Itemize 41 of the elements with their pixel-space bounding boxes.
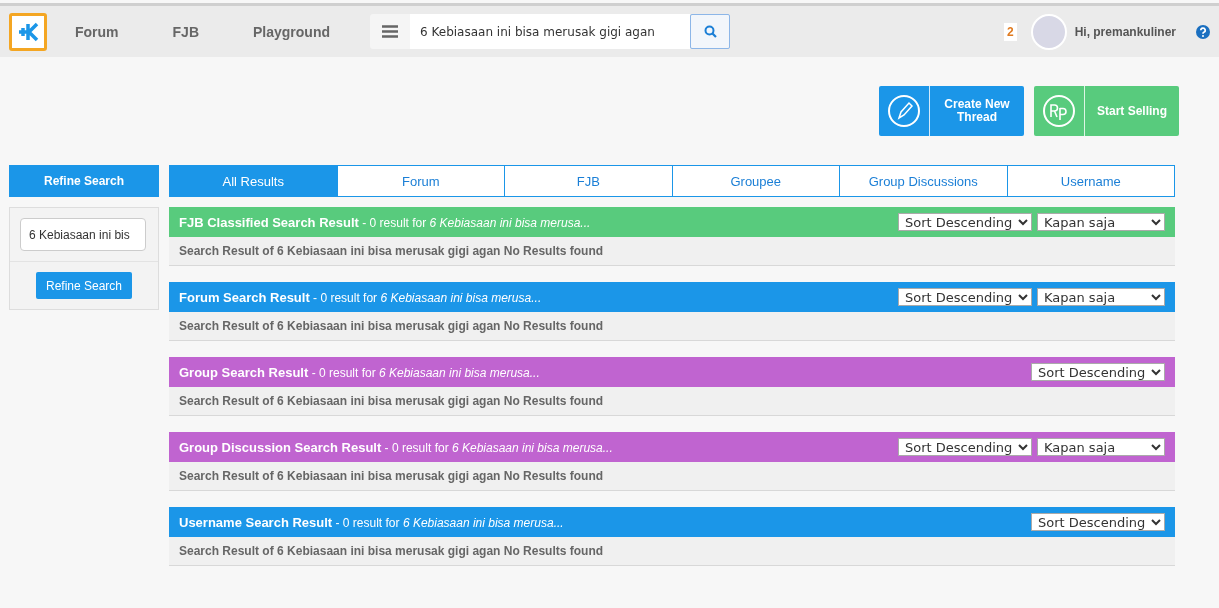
- nav-link[interactable]: FJB: [172, 23, 199, 40]
- nav-link[interactable]: Playground: [253, 23, 331, 40]
- nav-link[interactable]: Forum: [75, 23, 119, 40]
- search-button[interactable]: [690, 14, 731, 49]
- tab[interactable]: Groupee: [671, 166, 839, 196]
- no-results-message: Search Result of 6 Kebiasaan ini bisa merusak gigi agan No Results found: [179, 244, 604, 258]
- dropdown[interactable]: Sort Descending: [898, 288, 1032, 306]
- tab[interactable]: Username: [1006, 166, 1174, 196]
- sidebar-heading: Refine Search: [9, 165, 159, 197]
- section-title: FJB Classified Search Result - 0 result for 6 Kebiasaan ini bisa merusa...: [179, 214, 592, 230]
- dropdown[interactable]: Sort Descending: [1031, 363, 1165, 381]
- dropdown[interactable]: Sort Descending: [1031, 513, 1165, 531]
- no-results-message: Search Result of 6 Kebiasaan ini bisa merusak gigi agan No Results found: [179, 469, 604, 483]
- notification-count[interactable]: 2: [1003, 22, 1017, 41]
- search-field[interactable]: 6 Kebiasaan ini bis: [20, 218, 146, 251]
- tab[interactable]: FJB: [504, 166, 672, 196]
- create-thread-button[interactable]: Create New Thread: [879, 86, 1024, 136]
- search-icon: [703, 25, 717, 38]
- tab[interactable]: All Results: [170, 166, 337, 196]
- section-title: Username Search Result - 0 result for 6 Kebiasaan ini bisa merusa...: [179, 514, 565, 530]
- no-results-message: Search Result of 6 Kebiasaan ini bisa merusak gigi agan No Results found: [179, 544, 604, 558]
- dropdown[interactable]: Sort Descending: [898, 438, 1032, 456]
- pencil-icon: [887, 94, 921, 128]
- refine-search-button[interactable]: Refine Search: [36, 272, 132, 299]
- dropdown[interactable]: Kapan saja: [1037, 438, 1165, 456]
- help-icon[interactable]: [1196, 24, 1210, 39]
- username-label[interactable]: Hi, premankuliner: [1074, 24, 1176, 39]
- rupiah-icon: [1042, 94, 1076, 128]
- dropdown[interactable]: Kapan saja: [1037, 213, 1165, 231]
- tab[interactable]: Forum: [336, 166, 504, 196]
- logo-icon[interactable]: [9, 12, 47, 51]
- menu-icon[interactable]: [370, 14, 411, 49]
- section-title: Group Search Result - 0 result for 6 Kebiasaan ini bisa merusa...: [179, 364, 541, 380]
- no-results-message: Search Result of 6 Kebiasaan ini bisa merusak gigi agan No Results found: [179, 394, 604, 408]
- dropdown[interactable]: Sort Descending: [898, 213, 1032, 231]
- tab[interactable]: Group Discussions: [839, 166, 1007, 196]
- no-results-message: Search Result of 6 Kebiasaan ini bisa merusak gigi agan No Results found: [179, 319, 604, 333]
- section-title: Forum Search Result - 0 result for 6 Kebiasaan ini bisa merusa...: [179, 289, 543, 305]
- section-title: Group Discussion Search Result - 0 result for 6 Kebiasaan ini bisa merusa...: [179, 439, 614, 455]
- search-field[interactable]: 6 Kebiasaan ini bisa merusak gigi agan: [410, 14, 691, 49]
- dropdown[interactable]: Kapan saja: [1037, 288, 1165, 306]
